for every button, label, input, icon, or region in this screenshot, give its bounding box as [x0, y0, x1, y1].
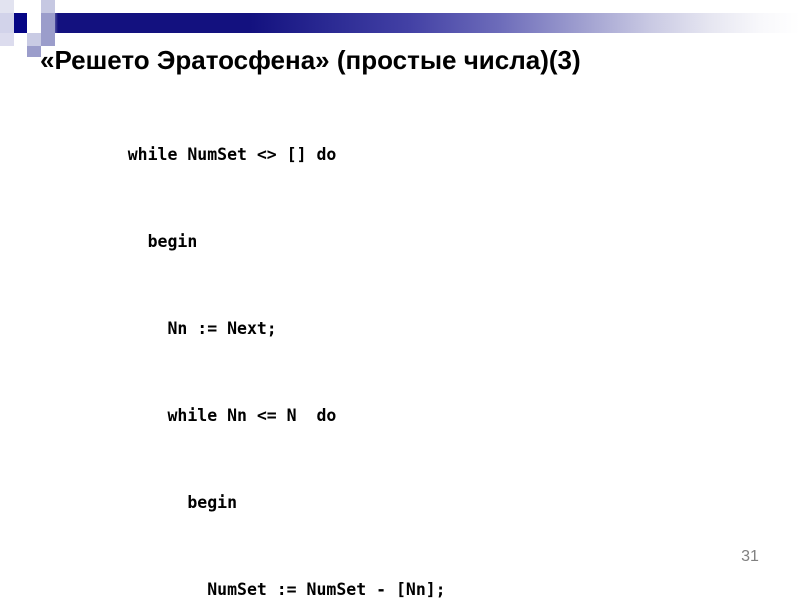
decor-square	[41, 0, 55, 13]
slide-title: «Решето Эратосфена» (простые числа)(3)	[40, 45, 581, 75]
decor-square	[0, 33, 14, 46]
decor-square-navy	[14, 13, 27, 33]
decor-square	[27, 13, 41, 33]
decor-square	[14, 0, 27, 13]
code-line: NumSet := NumSet - [Nn];	[88, 580, 446, 599]
code-line: begin	[88, 493, 238, 512]
slide: «Решето Эратосфена» (простые числа)(3) w…	[0, 0, 800, 600]
code-line: while Nn <= N do	[88, 406, 337, 425]
header-banner-bar	[0, 13, 800, 33]
decor-square	[27, 0, 41, 13]
decor-square	[0, 0, 14, 13]
code-line: Nn := Next;	[88, 319, 277, 338]
page-number: 31	[741, 548, 759, 565]
decor-square	[0, 13, 14, 33]
code-listing: while NumSet <> [] do begin Nn := Next; …	[88, 82, 555, 600]
decor-square	[41, 13, 55, 33]
decor-square	[27, 46, 41, 57]
decor-square	[55, 0, 69, 13]
code-line: begin	[88, 232, 198, 251]
decor-square	[27, 33, 41, 46]
code-line: while NumSet <> [] do	[88, 145, 337, 164]
decor-square	[14, 33, 27, 46]
